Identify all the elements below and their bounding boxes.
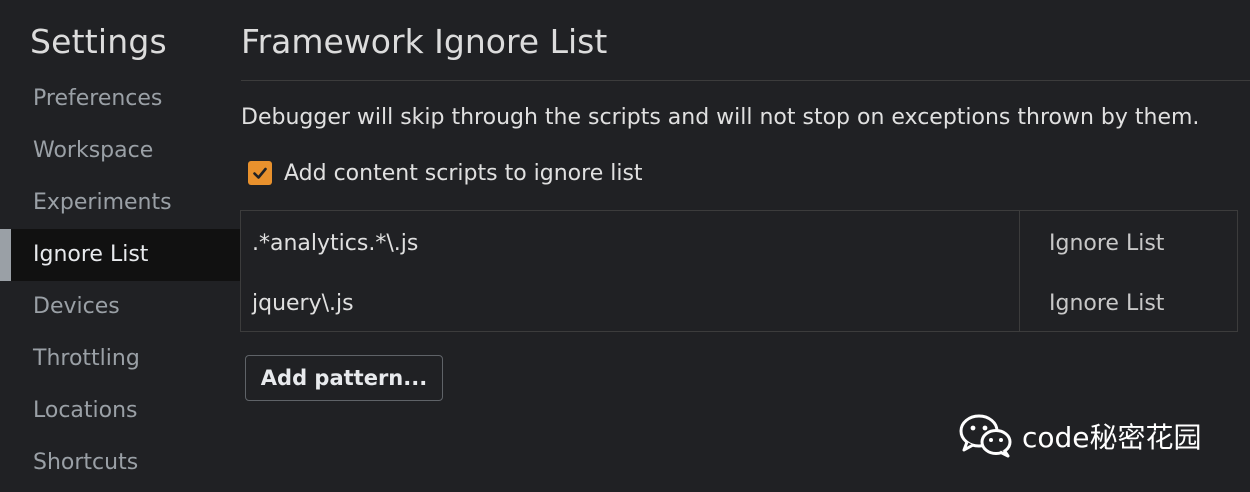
settings-window: Settings Preferences Workspace Experimen…: [0, 0, 1250, 492]
sidebar-item-ignore-list[interactable]: Ignore List: [0, 229, 240, 281]
sidebar-item-label: Shortcuts: [33, 450, 139, 475]
behavior-cell: Ignore List: [1049, 291, 1165, 316]
sidebar-title: Settings: [30, 22, 167, 61]
sidebar-item-label: Preferences: [33, 86, 163, 111]
sidebar-item-label: Ignore List: [33, 242, 149, 267]
sidebar-item-label: Locations: [33, 398, 138, 423]
sidebar-item-experiments[interactable]: Experiments: [0, 177, 240, 229]
sidebar-item-workspace[interactable]: Workspace: [0, 125, 240, 177]
pattern-cell: .*analytics.*\.js: [252, 231, 419, 256]
behavior-cell: Ignore List: [1049, 231, 1165, 256]
wechat-icon: [959, 414, 1012, 458]
content-scripts-checkbox[interactable]: [248, 161, 272, 185]
sidebar-item-label: Workspace: [33, 138, 154, 163]
description-text: Debugger will skip through the scripts a…: [241, 105, 1200, 130]
watermark-text: code秘密花园: [1022, 421, 1202, 454]
sidebar-item-preferences[interactable]: Preferences: [0, 73, 240, 125]
table-row[interactable]: .*analytics.*\.js Ignore List: [241, 214, 1237, 274]
settings-sidebar: Settings Preferences Workspace Experimen…: [0, 0, 240, 492]
sidebar-item-label: Devices: [33, 294, 120, 319]
sidebar-item-shortcuts[interactable]: Shortcuts: [0, 437, 240, 489]
checkbox-label: Add content scripts to ignore list: [284, 160, 643, 186]
ignore-pattern-table: .*analytics.*\.js Ignore List jquery\.js…: [240, 210, 1238, 332]
pattern-cell: jquery\.js: [252, 291, 354, 316]
table-row[interactable]: jquery\.js Ignore List: [241, 274, 1237, 334]
content-scripts-option[interactable]: Add content scripts to ignore list: [248, 158, 643, 188]
sidebar-item-throttling[interactable]: Throttling: [0, 333, 240, 385]
watermark: code秘密花园: [958, 412, 1202, 460]
selection-indicator: [0, 229, 11, 281]
sidebar-item-label: Experiments: [33, 190, 172, 215]
checkmark-icon: [253, 167, 267, 179]
sidebar-item-devices[interactable]: Devices: [0, 281, 240, 333]
page-title: Framework Ignore List: [241, 22, 608, 61]
sidebar-item-label: Throttling: [33, 346, 140, 371]
add-pattern-button[interactable]: Add pattern...: [245, 355, 443, 401]
sidebar-item-locations[interactable]: Locations: [0, 385, 240, 437]
title-divider: [241, 80, 1250, 81]
